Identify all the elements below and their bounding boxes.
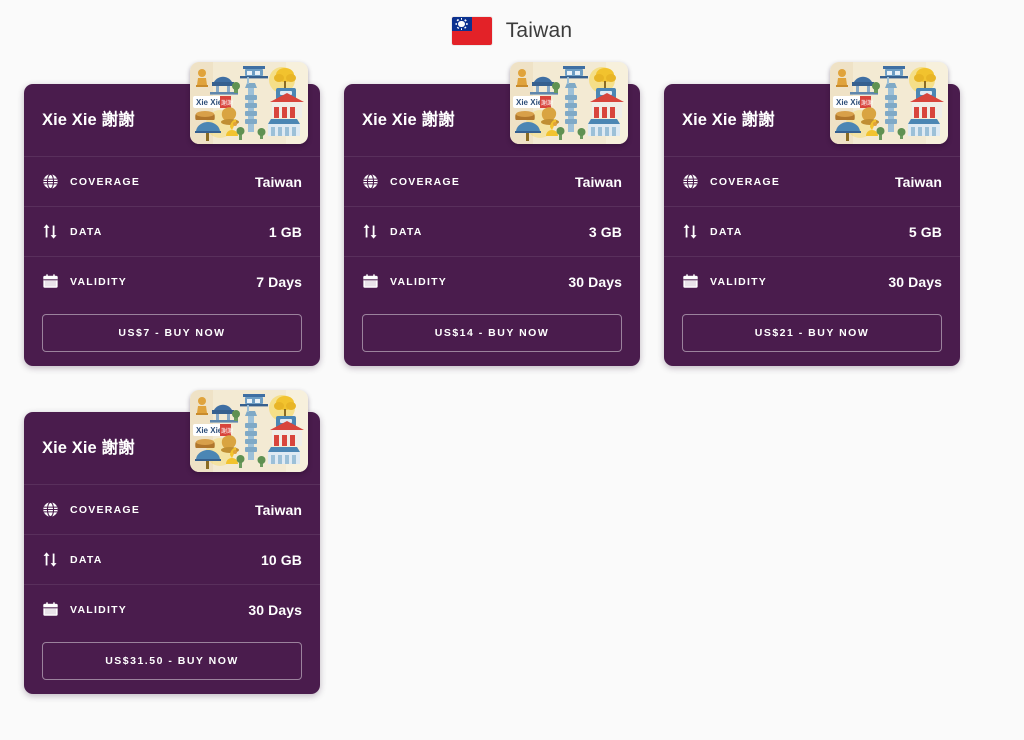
plan-card-header: Xie Xie 謝謝 Xie Xie 謝謝 <box>664 62 960 156</box>
calendar-icon <box>682 273 699 290</box>
data-value: 1 GB <box>268 223 302 240</box>
validity-row: VALIDITY 30 Days <box>344 256 640 306</box>
buy-button-wrap: US$7 - BUY NOW <box>24 306 320 352</box>
buy-now-button[interactable]: US$31.50 - BUY NOW <box>42 642 302 680</box>
plan-card-4[interactable]: Xie Xie 謝謝 Xie Xie 謝謝 COVERAGE Taiwan DA… <box>24 390 320 694</box>
plan-card-2[interactable]: Xie Xie 謝謝 Xie Xie 謝謝 COVERAGE Taiwan DA… <box>344 62 640 366</box>
coverage-label: COVERAGE <box>70 175 141 188</box>
up-down-arrows-icon <box>362 223 379 240</box>
page-title: Taiwan <box>505 19 573 42</box>
svg-text:謝謝: 謝謝 <box>861 99 873 107</box>
validity-row: VALIDITY 7 Days <box>24 256 320 306</box>
svg-text:謝謝: 謝謝 <box>541 99 553 107</box>
up-down-arrows-icon <box>42 223 59 240</box>
taiwan-landmarks-illustration: Xie Xie 謝謝 <box>190 62 308 144</box>
plan-title: Xie Xie 謝謝 <box>42 110 135 129</box>
calendar-icon <box>42 273 59 290</box>
svg-text:Xie Xie: Xie Xie <box>196 98 223 107</box>
data-label: DATA <box>70 225 103 238</box>
data-row: DATA 10 GB <box>24 534 320 584</box>
page-header: Taiwan <box>0 0 1024 62</box>
globe-icon <box>362 173 379 190</box>
globe-icon <box>42 501 59 518</box>
data-row: DATA 1 GB <box>24 206 320 256</box>
data-label: DATA <box>70 553 103 566</box>
validity-row: VALIDITY 30 Days <box>664 256 960 306</box>
svg-text:謝謝: 謝謝 <box>221 427 233 435</box>
coverage-label: COVERAGE <box>710 175 781 188</box>
svg-text:謝謝: 謝謝 <box>221 99 233 107</box>
data-row: DATA 3 GB <box>344 206 640 256</box>
buy-now-button[interactable]: US$7 - BUY NOW <box>42 314 302 352</box>
svg-text:Xie Xie: Xie Xie <box>196 426 223 435</box>
validity-label: VALIDITY <box>390 275 448 288</box>
plan-title: Xie Xie 謝謝 <box>362 110 455 129</box>
up-down-arrows-icon <box>682 223 699 240</box>
coverage-label: COVERAGE <box>390 175 461 188</box>
coverage-label: COVERAGE <box>70 503 141 516</box>
up-down-arrows-icon <box>42 551 59 568</box>
svg-text:Xie Xie: Xie Xie <box>836 98 863 107</box>
plan-card-header: Xie Xie 謝謝 Xie Xie 謝謝 <box>344 62 640 156</box>
plan-title: Xie Xie 謝謝 <box>42 438 135 457</box>
plan-card-1[interactable]: Xie Xie 謝謝 Xie Xie 謝謝 COVERAGE Taiwan DA… <box>24 62 320 366</box>
data-label: DATA <box>710 225 743 238</box>
validity-value: 30 Days <box>248 601 302 618</box>
data-row: DATA 5 GB <box>664 206 960 256</box>
taiwan-landmarks-illustration: Xie Xie 謝謝 <box>830 62 948 144</box>
calendar-icon <box>362 273 379 290</box>
buy-now-button[interactable]: US$14 - BUY NOW <box>362 314 622 352</box>
coverage-row: COVERAGE Taiwan <box>24 156 320 206</box>
svg-text:Xie Xie: Xie Xie <box>516 98 543 107</box>
coverage-row: COVERAGE Taiwan <box>24 484 320 534</box>
globe-icon <box>682 173 699 190</box>
coverage-value: Taiwan <box>254 173 302 190</box>
coverage-value: Taiwan <box>894 173 942 190</box>
taiwan-landmarks-illustration: Xie Xie 謝謝 <box>190 390 308 472</box>
data-label: DATA <box>390 225 423 238</box>
buy-button-wrap: US$14 - BUY NOW <box>344 306 640 352</box>
buy-button-wrap: US$21 - BUY NOW <box>664 306 960 352</box>
plan-card-grid: Xie Xie 謝謝 Xie Xie 謝謝 COVERAGE Taiwan DA… <box>0 62 1024 694</box>
data-value: 5 GB <box>908 223 942 240</box>
taiwan-landmarks-illustration: Xie Xie 謝謝 <box>510 62 628 144</box>
validity-value: 7 Days <box>256 273 302 290</box>
validity-value: 30 Days <box>568 273 622 290</box>
plan-title: Xie Xie 謝謝 <box>682 110 775 129</box>
plan-card-header: Xie Xie 謝謝 Xie Xie 謝謝 <box>24 62 320 156</box>
data-value: 3 GB <box>588 223 622 240</box>
validity-label: VALIDITY <box>70 275 128 288</box>
buy-now-button[interactable]: US$21 - BUY NOW <box>682 314 942 352</box>
validity-row: VALIDITY 30 Days <box>24 584 320 634</box>
data-value: 10 GB <box>261 551 302 568</box>
coverage-value: Taiwan <box>254 501 302 518</box>
validity-label: VALIDITY <box>710 275 768 288</box>
coverage-value: Taiwan <box>574 173 622 190</box>
validity-value: 30 Days <box>888 273 942 290</box>
coverage-row: COVERAGE Taiwan <box>344 156 640 206</box>
taiwan-flag-icon <box>451 17 492 45</box>
globe-icon <box>42 173 59 190</box>
buy-button-wrap: US$31.50 - BUY NOW <box>24 634 320 680</box>
coverage-row: COVERAGE Taiwan <box>664 156 960 206</box>
plan-card-header: Xie Xie 謝謝 Xie Xie 謝謝 <box>24 390 320 484</box>
validity-label: VALIDITY <box>70 603 128 616</box>
page-root: Taiwan Xie Xie 謝謝 Xie Xie 謝謝 COVERAGE Ta… <box>0 0 1024 740</box>
calendar-icon <box>42 601 59 618</box>
plan-card-3[interactable]: Xie Xie 謝謝 Xie Xie 謝謝 COVERAGE Taiwan DA… <box>664 62 960 366</box>
